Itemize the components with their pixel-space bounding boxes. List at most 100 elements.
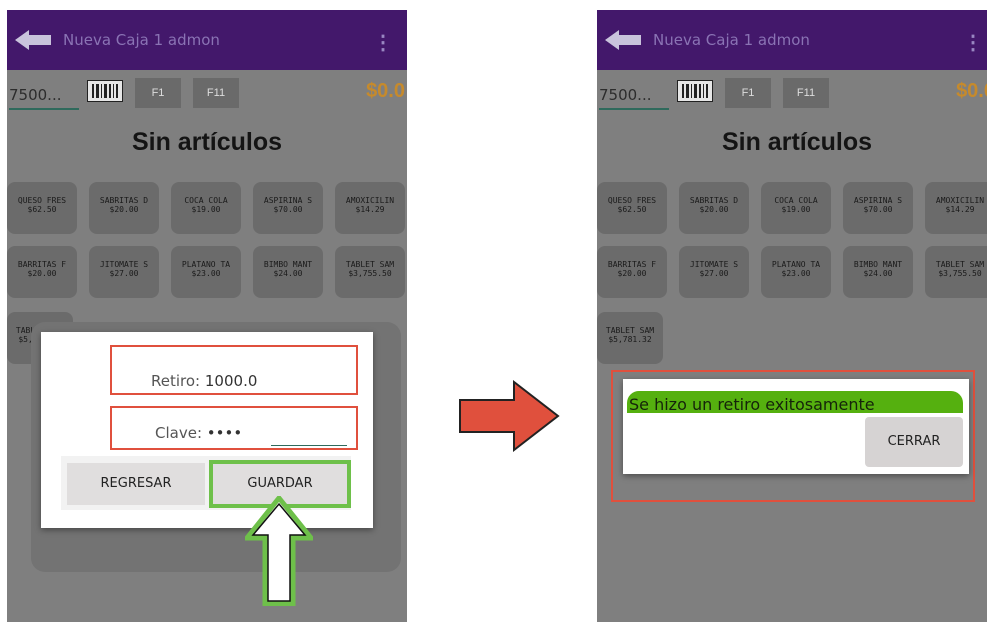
product-price: $19.00: [191, 205, 221, 214]
total-amount: $0.0: [956, 80, 987, 102]
product-name: SABRITAS D: [689, 196, 739, 205]
clave-field[interactable]: Clave: ••••: [155, 424, 242, 442]
product-price: $62.50: [27, 205, 57, 214]
app-title: Nueva Caja 1 admon: [653, 31, 810, 49]
product-name: SABRITAS D: [99, 196, 149, 205]
more-vert-icon[interactable]: ⋮: [963, 30, 983, 55]
clave-value: ••••: [206, 424, 243, 442]
empty-cart-heading: Sin artículos: [721, 128, 873, 156]
product-price: $5,781.32: [608, 335, 652, 344]
product-price: $23.00: [191, 269, 221, 278]
up-arrow-annotation-icon: [245, 496, 313, 606]
product-name: TABLET SAM: [935, 260, 985, 269]
product-name: QUESO FRES: [17, 196, 67, 205]
phone-screen-before: Nueva Caja 1 admon ⋮ 7500... F1 F11 $0.0…: [7, 10, 407, 622]
back-button[interactable]: REGRESAR: [67, 463, 205, 505]
retiro-label: Retiro:: [151, 372, 201, 390]
close-button[interactable]: CERRAR: [865, 417, 963, 467]
product-price: $14.29: [945, 205, 975, 214]
product-tile[interactable]: QUESO FRES $62.50: [597, 182, 667, 234]
product-price: $27.00: [699, 269, 729, 278]
product-name: BARRITAS F: [17, 260, 67, 269]
barcode-scanner-icon[interactable]: [87, 80, 123, 102]
product-tile[interactable]: TABLET SAM$5,781.32: [597, 312, 663, 364]
product-price: $19.00: [781, 205, 811, 214]
product-name: ASPIRINA S: [853, 196, 903, 205]
f11-key-button[interactable]: F11: [193, 78, 239, 108]
success-message: Se hizo un retiro exitosamente: [629, 395, 875, 414]
back-arrow-icon[interactable]: [605, 30, 643, 50]
product-tile[interactable]: JITOMATE S $27.00: [679, 246, 749, 298]
product-name: PLATANO TA: [771, 260, 821, 269]
back-arrow-icon[interactable]: [15, 30, 53, 50]
phone-screen-after: Nueva Caja 1 admon ⋮ 7500... F1 F11 $0.0…: [597, 10, 987, 622]
f1-key-button[interactable]: F1: [725, 78, 771, 108]
product-tile[interactable]: BARRITAS F $20.00: [597, 246, 667, 298]
product-price: $23.00: [781, 269, 811, 278]
product-price: $27.00: [109, 269, 139, 278]
clave-underline: [271, 445, 347, 446]
product-name: QUESO FRES: [607, 196, 657, 205]
barcode-search-input[interactable]: 7500...: [599, 82, 669, 110]
product-tile[interactable]: BIMBO MANT $24.00: [843, 246, 913, 298]
product-price: $3,755.50: [348, 269, 392, 278]
product-name: ASPIRINA S: [263, 196, 313, 205]
product-name: AMOXICILIN: [345, 196, 395, 205]
product-price: $70.00: [863, 205, 893, 214]
app-title: Nueva Caja 1 admon: [63, 31, 220, 49]
app-bar: Nueva Caja 1 admon ⋮: [7, 10, 407, 70]
empty-cart-heading: Sin artículos: [131, 128, 283, 156]
product-price: $24.00: [863, 269, 893, 278]
barcode-scanner-icon[interactable]: [677, 80, 713, 102]
product-price: $3,755.50: [938, 269, 982, 278]
product-price: $24.00: [273, 269, 303, 278]
product-name: COCA COLA: [774, 196, 818, 205]
right-arrow-annotation-icon: [459, 380, 560, 452]
product-tile[interactable]: COCA COLA $19.00: [761, 182, 831, 234]
product-price: $20.00: [27, 269, 57, 278]
app-bar: Nueva Caja 1 admon ⋮: [597, 10, 987, 70]
product-tile[interactable]: ASPIRINA S $70.00: [843, 182, 913, 234]
withdraw-dialog: Retiro: 1000.0 Clave: •••• REGRESAR GUAR…: [41, 332, 373, 528]
product-name: AMOXICILIN: [935, 196, 985, 205]
product-tile[interactable]: BIMBO MANT $24.00: [253, 246, 323, 298]
total-amount: $0.0: [366, 80, 405, 102]
product-tile[interactable]: BARRITAS F $20.00: [7, 246, 77, 298]
product-name: TABLET SAM: [345, 260, 395, 269]
product-tile[interactable]: COCA COLA $19.00: [171, 182, 241, 234]
product-tile[interactable]: AMOXICILIN $14.29: [925, 182, 987, 234]
product-price: $20.00: [699, 205, 729, 214]
product-tile[interactable]: AMOXICILIN $14.29: [335, 182, 405, 234]
barcode-search-input[interactable]: 7500...: [9, 82, 79, 110]
toolbar-row: 7500... F1 F11 $0.0: [7, 74, 407, 114]
product-name: JITOMATE S: [689, 260, 739, 269]
product-tile[interactable]: SABRITAS D $20.00: [89, 182, 159, 234]
product-tile[interactable]: PLATANO TA $23.00: [761, 246, 831, 298]
retiro-value: 1000.0: [204, 372, 258, 390]
more-vert-icon[interactable]: ⋮: [373, 30, 393, 55]
product-name: TABLET SAM: [605, 326, 655, 335]
product-tile[interactable]: JITOMATE S $27.00: [89, 246, 159, 298]
f1-key-button[interactable]: F1: [135, 78, 181, 108]
product-price: $20.00: [109, 205, 139, 214]
product-tile[interactable]: TABLET SAM $3,755.50: [925, 246, 987, 298]
product-name: BARRITAS F: [607, 260, 657, 269]
product-tile[interactable]: QUESO FRES $62.50: [7, 182, 77, 234]
clave-label: Clave:: [155, 424, 202, 442]
f11-key-button[interactable]: F11: [783, 78, 829, 108]
product-price: $70.00: [273, 205, 303, 214]
product-name: BIMBO MANT: [263, 260, 313, 269]
toolbar-row: 7500... F1 F11 $0.0: [597, 74, 987, 114]
product-price: $14.29: [355, 205, 385, 214]
retiro-field[interactable]: Retiro: 1000.0: [151, 372, 257, 390]
product-tile[interactable]: SABRITAS D $20.00: [679, 182, 749, 234]
product-price: $20.00: [617, 269, 647, 278]
product-tile[interactable]: TABLET SAM $3,755.50: [335, 246, 405, 298]
product-tile[interactable]: ASPIRINA S $70.00: [253, 182, 323, 234]
product-name: BIMBO MANT: [853, 260, 903, 269]
product-tile[interactable]: PLATANO TA $23.00: [171, 246, 241, 298]
success-dialog: Se hizo un retiro exitosamente CERRAR: [623, 379, 969, 474]
product-price: $62.50: [617, 205, 647, 214]
product-name: PLATANO TA: [181, 260, 231, 269]
product-name: JITOMATE S: [99, 260, 149, 269]
